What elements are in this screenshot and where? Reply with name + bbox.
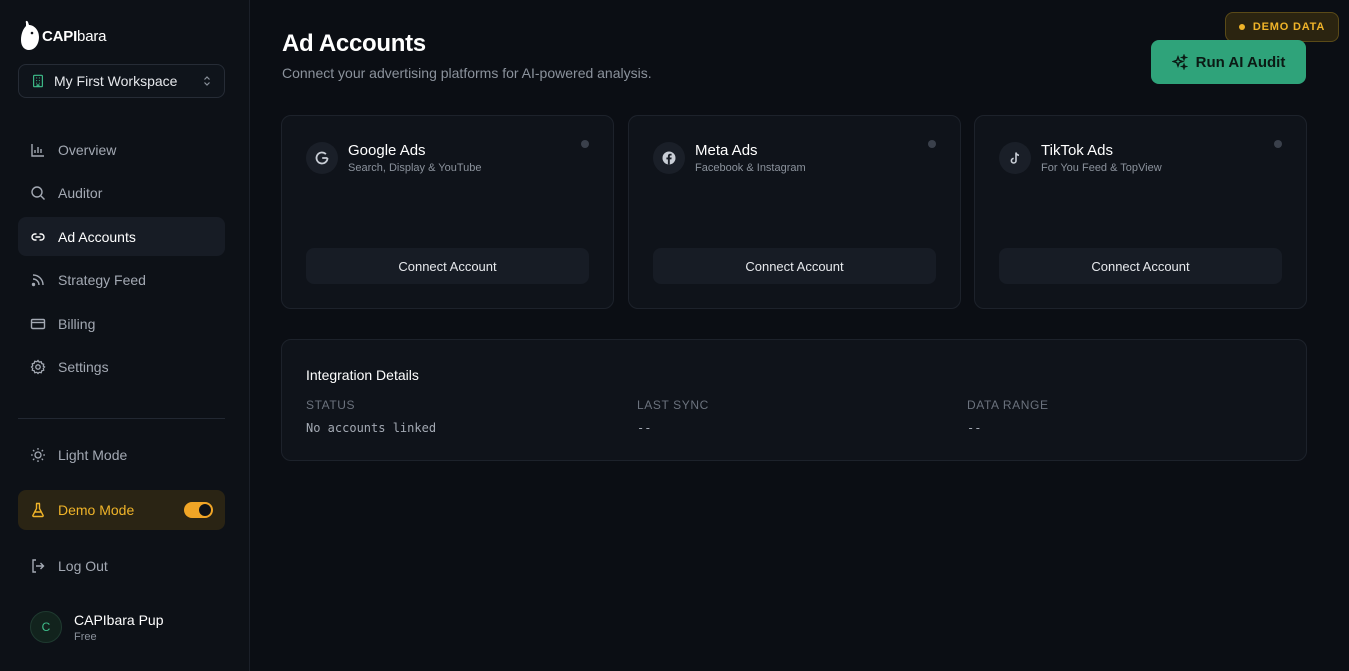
- gear-icon: [30, 359, 46, 374]
- nav-overview[interactable]: Overview: [18, 130, 225, 169]
- nav-strategy-feed[interactable]: Strategy Feed: [18, 260, 225, 299]
- search-icon: [31, 185, 45, 200]
- demo-mode-label: Demo Mode: [58, 502, 135, 518]
- user-profile[interactable]: C CAPIbara Pup Free: [30, 609, 164, 645]
- flask-icon: [32, 502, 44, 518]
- nav-auditor[interactable]: Auditor: [18, 173, 225, 212]
- sidebar-divider: [18, 418, 225, 419]
- platform-description: Facebook & Instagram: [695, 162, 806, 174]
- page-title: Ad Accounts: [282, 30, 426, 57]
- tiktok-ads-card: TikTok Ads For You Feed & TopView Connec…: [974, 115, 1307, 309]
- light-mode-label: Light Mode: [58, 446, 128, 463]
- status-label: STATUS: [306, 398, 356, 412]
- rss-icon: [31, 273, 44, 286]
- status-value: No accounts linked: [306, 421, 437, 435]
- connect-meta-button[interactable]: Connect Account: [653, 248, 936, 284]
- user-plan: Free: [74, 630, 97, 643]
- bar-chart-icon: [31, 143, 44, 157]
- last-sync-field: LAST SYNC --: [637, 398, 709, 435]
- logout-label: Log Out: [58, 557, 108, 574]
- building-icon: [33, 74, 43, 88]
- tiktok-icon: [999, 142, 1031, 174]
- user-name: CAPIbara Pup: [74, 611, 164, 628]
- run-ai-audit-button[interactable]: Run AI Audit: [1151, 40, 1306, 84]
- badge-dot: [1238, 24, 1245, 30]
- sidebar: CAPIbara My First Workspace Overview Aud…: [0, 0, 250, 671]
- platform-description: For You Feed & TopView: [1041, 162, 1162, 174]
- connection-status-dot: [1274, 140, 1282, 148]
- platform-description: Search, Display & YouTube: [348, 162, 482, 174]
- capybara-logo-icon: [21, 20, 39, 50]
- switch-knob: [199, 504, 211, 516]
- logout-icon: [32, 558, 45, 573]
- last-sync-value: --: [637, 421, 652, 435]
- logo[interactable]: CAPIbara: [20, 20, 106, 52]
- data-range-value: --: [967, 421, 982, 435]
- logo-text: CAPIbara: [42, 27, 107, 45]
- google-ads-card: Google Ads Search, Display & YouTube Con…: [281, 115, 614, 309]
- meta-ads-card: Meta Ads Facebook & Instagram Connect Ac…: [628, 115, 961, 309]
- connect-tiktok-button[interactable]: Connect Account: [999, 248, 1282, 284]
- credit-card-icon: [30, 318, 46, 329]
- connection-status-dot: [928, 140, 936, 148]
- demo-mode-row: Demo Mode: [18, 490, 225, 530]
- last-sync-label: LAST SYNC: [637, 398, 709, 412]
- integration-details-panel: Integration Details STATUS No accounts l…: [281, 339, 1307, 461]
- google-icon: [306, 142, 338, 174]
- facebook-icon: [653, 142, 685, 174]
- platform-name: Meta Ads: [695, 142, 758, 159]
- nav-label: Overview: [58, 141, 117, 158]
- demo-mode-switch[interactable]: [184, 502, 213, 518]
- nav-label: Auditor: [58, 184, 103, 201]
- status-field: STATUS No accounts linked: [306, 398, 436, 435]
- avatar: C: [30, 611, 62, 643]
- sun-icon: [31, 447, 45, 462]
- connection-status-dot: [581, 140, 589, 148]
- integration-details-title: Integration Details: [306, 367, 419, 383]
- sparkles-icon: [1171, 54, 1188, 70]
- data-range-field: DATA RANGE --: [967, 398, 1049, 435]
- platform-name: TikTok Ads: [1041, 142, 1113, 159]
- light-mode-toggle[interactable]: Light Mode: [18, 435, 225, 474]
- nav-label: Strategy Feed: [58, 271, 146, 288]
- workspace-selector[interactable]: My First Workspace: [18, 64, 225, 98]
- link-icon: [31, 232, 45, 241]
- demo-data-badge: DEMO DATA: [1225, 12, 1339, 42]
- nav-billing[interactable]: Billing: [18, 304, 225, 343]
- connect-google-button[interactable]: Connect Account: [306, 248, 589, 284]
- logout-button[interactable]: Log Out: [18, 546, 225, 585]
- nav-settings[interactable]: Settings: [18, 347, 225, 386]
- nav-label: Billing: [58, 315, 96, 332]
- nav-label: Settings: [58, 358, 109, 375]
- data-range-label: DATA RANGE: [967, 398, 1049, 412]
- nav-ad-accounts[interactable]: Ad Accounts: [18, 217, 225, 256]
- workspace-name: My First Workspace: [54, 73, 178, 89]
- run-audit-label: Run AI Audit: [1195, 53, 1286, 71]
- page-subtitle: Connect your advertising platforms for A…: [282, 65, 652, 81]
- chevron-up-down-icon: [204, 76, 210, 86]
- badge-label: DEMO DATA: [1252, 21, 1326, 33]
- nav-label: Ad Accounts: [58, 228, 136, 245]
- platform-name: Google Ads: [348, 142, 426, 159]
